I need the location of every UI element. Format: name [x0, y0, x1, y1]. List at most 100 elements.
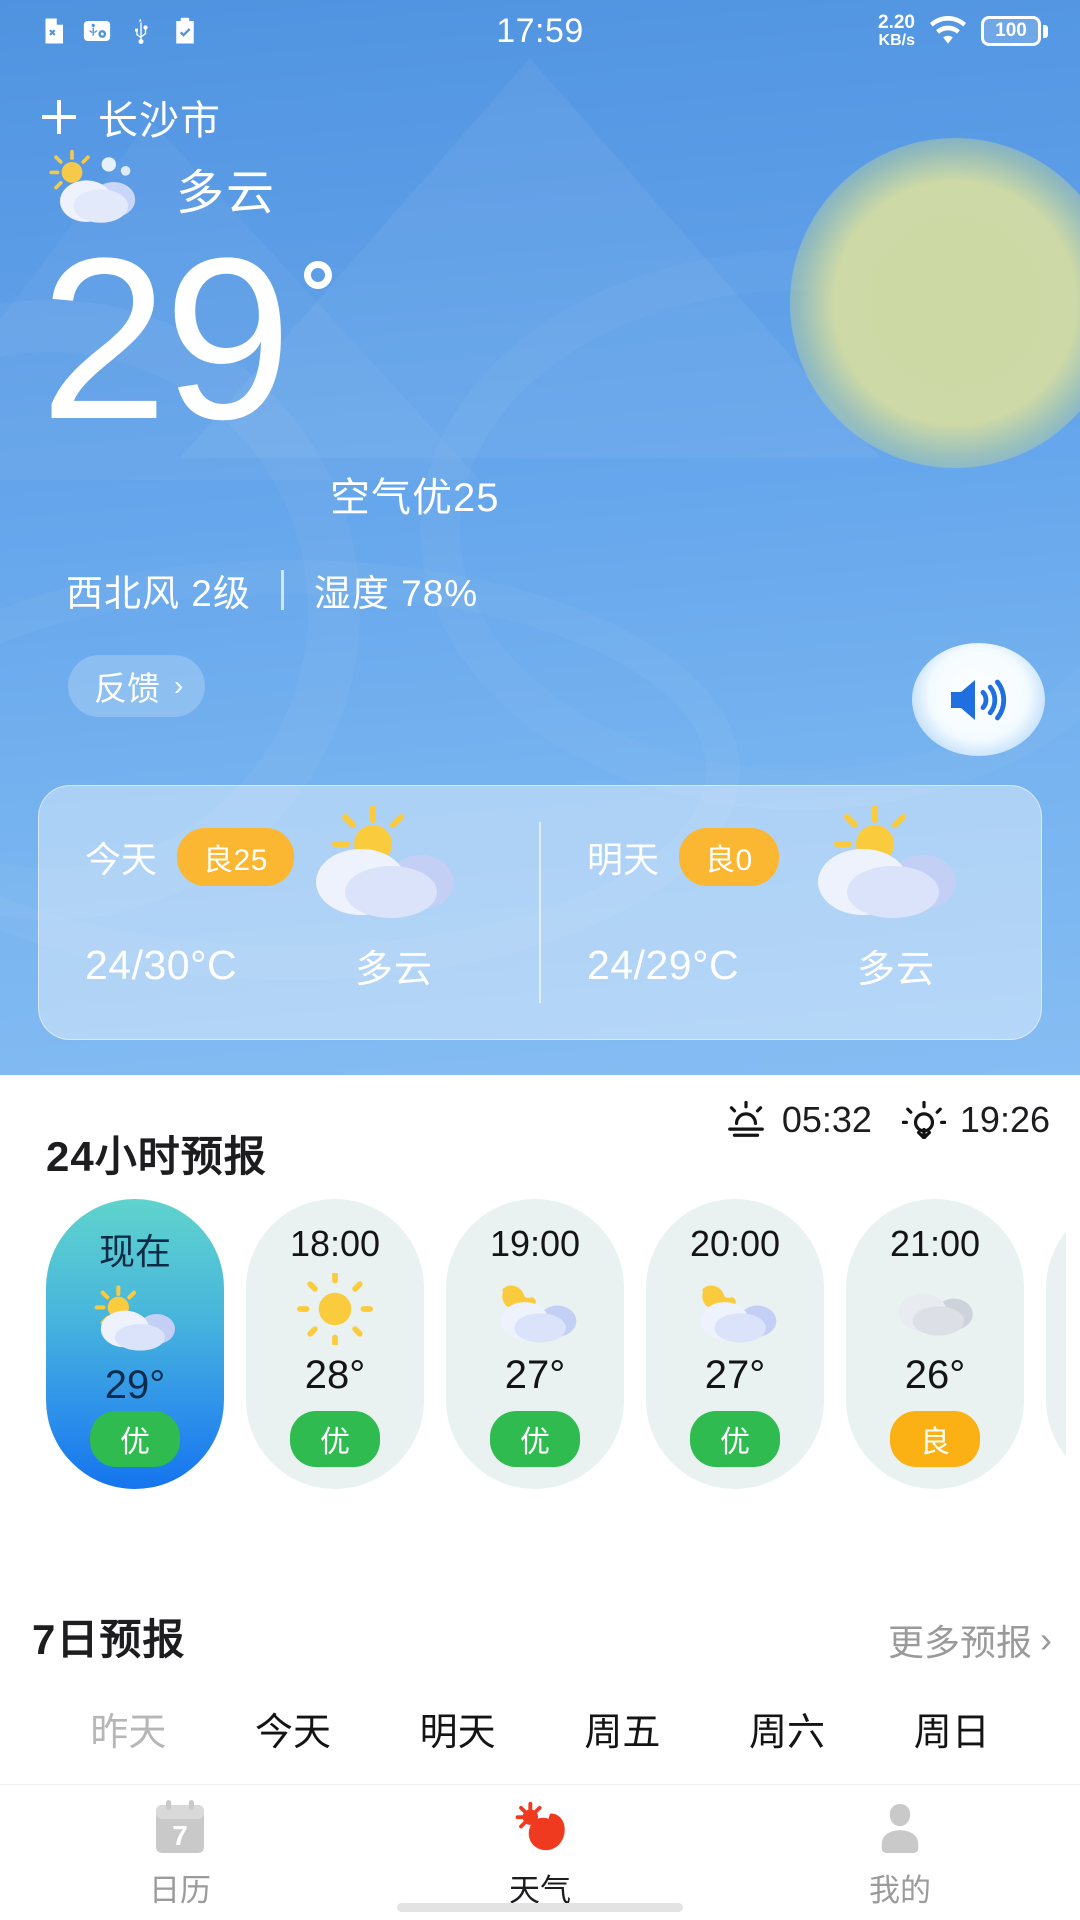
- hourly-weather-icon: [892, 1271, 978, 1347]
- person-icon: [874, 1797, 926, 1859]
- today-temp-range: 24/30°C: [85, 942, 355, 989]
- chevron-right-icon: ›: [174, 670, 183, 702]
- hourly-temp: 26°: [905, 1353, 966, 1398]
- cloud-icon: [892, 1278, 978, 1340]
- hourly-aqi-badge: 优: [290, 1411, 380, 1467]
- more-forecast-label: 更多预报: [888, 1614, 1032, 1666]
- tomorrow-details: 24/29°C 多云: [587, 938, 1041, 993]
- sunset-time: 19:26: [960, 1099, 1050, 1141]
- hourly-forecast-item[interactable]: 18:00 28° 优: [246, 1199, 424, 1489]
- hourly-forecast-item[interactable]: 20:00 27° 优: [646, 1199, 824, 1489]
- calendar-icon: 7: [152, 1797, 208, 1859]
- nav-item-calendar[interactable]: 7 日历: [0, 1797, 360, 1910]
- hourly-forecast-item[interactable]: 现在 29°优: [46, 1199, 224, 1489]
- status-bar-clock: 17:59: [0, 12, 1080, 51]
- day-tab[interactable]: 昨天: [46, 1701, 211, 1756]
- degree-symbol-icon: [304, 261, 332, 289]
- feedback-button[interactable]: 反馈 ›: [68, 655, 205, 717]
- sun-cloud-icon: [90, 1285, 180, 1353]
- weather-sun-cloud-icon: [511, 1797, 569, 1859]
- city-selector[interactable]: 长沙市: [42, 88, 221, 146]
- forecast-tomorrow[interactable]: 明天 良0 24/29°C 多云: [541, 786, 1041, 1039]
- hourly-forecast-item[interactable]: 22:0026°优: [1046, 1199, 1066, 1489]
- nav-item-profile[interactable]: 我的: [720, 1797, 1080, 1910]
- hourly-weather-icon: [492, 1271, 578, 1347]
- hourly-time: 20:00: [690, 1223, 780, 1265]
- tomorrow-condition: 多云: [857, 938, 935, 993]
- sun-times: 05:32 19:26: [724, 1099, 1050, 1141]
- sun-cloud-icon: [793, 804, 963, 922]
- voice-broadcast-button[interactable]: [912, 643, 1045, 756]
- hourly-header: 24小时预报 05:32: [14, 1075, 1066, 1199]
- more-forecast-link[interactable]: 更多预报 ›: [888, 1614, 1052, 1666]
- hourly-forecast-card: 24小时预报 05:32: [14, 1075, 1066, 1545]
- wind-label: 西北风 2级: [66, 563, 251, 617]
- hourly-time: 18:00: [290, 1223, 380, 1265]
- hourly-weather-icon: [90, 1281, 180, 1357]
- status-bar: 17:59 2.20 KB/s 100: [0, 0, 1080, 62]
- today-aqi-badge: 良25: [177, 828, 294, 886]
- hourly-aqi-badge: 优: [90, 1411, 180, 1467]
- today-weather-icon-wrap: [291, 804, 461, 922]
- hourly-forecast-item[interactable]: 19:00 27° 优: [446, 1199, 624, 1489]
- two-day-forecast-card[interactable]: 今天 良25 24/30°C 多云: [38, 785, 1042, 1040]
- day-tabs[interactable]: 昨天今天明天周五周六周日: [0, 1680, 1080, 1776]
- today-condition: 多云: [355, 938, 433, 993]
- hourly-scroll-strip[interactable]: 现在29°优18:0028°优19:0027°优20:0027°优21:0026…: [46, 1199, 1066, 1499]
- sunrise-time: 05:32: [782, 1099, 872, 1141]
- moon-cloud-icon: [692, 1274, 778, 1344]
- moon-cloud-icon: [492, 1274, 578, 1344]
- hourly-aqi-badge: 优: [490, 1411, 580, 1467]
- nav-label-calendar: 日历: [149, 1865, 211, 1910]
- svg-text:7: 7: [172, 1820, 188, 1851]
- current-temperature-block: 29: [40, 245, 332, 434]
- hourly-temp: 27°: [505, 1353, 566, 1398]
- nav-label-profile: 我的: [869, 1865, 931, 1910]
- home-indicator: [397, 1903, 683, 1912]
- hourly-aqi-badge: 良: [890, 1411, 980, 1467]
- tomorrow-aqi-badge: 良0: [679, 828, 779, 886]
- day-tab[interactable]: 周五: [540, 1701, 705, 1756]
- hourly-forecast-item[interactable]: 21:0026°良: [846, 1199, 1024, 1489]
- hourly-time: 现在: [99, 1223, 171, 1275]
- sunset-icon: [902, 1101, 946, 1139]
- nav-item-weather[interactable]: 天气: [360, 1797, 720, 1910]
- sunrise-icon: [724, 1101, 768, 1139]
- hourly-weather-icon: [692, 1271, 778, 1347]
- hourly-temp: 28°: [305, 1353, 366, 1398]
- bottom-navigation-bar[interactable]: 7 日历 天气: [0, 1784, 1080, 1920]
- hourly-aqi-badge: 优: [690, 1411, 780, 1467]
- day-tab[interactable]: 明天: [375, 1701, 540, 1756]
- hourly-weather-icon: [296, 1271, 374, 1347]
- sun-cloud-icon: [291, 804, 461, 922]
- wind-humidity-row: 西北风 2级 湿度 78%: [66, 563, 478, 617]
- speaker-icon: [945, 671, 1013, 729]
- hourly-temp: 29°: [105, 1363, 166, 1408]
- sunset-item: 19:26: [902, 1099, 1050, 1141]
- seven-day-header: 7日预报 更多预报 ›: [0, 1570, 1080, 1680]
- air-quality-label: 空气优25: [330, 465, 500, 523]
- tomorrow-weather-icon-wrap: [793, 804, 963, 922]
- day-tab[interactable]: 周六: [705, 1701, 870, 1756]
- city-name-label: 长沙市: [98, 88, 221, 146]
- feedback-label: 反馈: [94, 662, 160, 710]
- tomorrow-label: 明天: [587, 831, 659, 883]
- today-label: 今天: [85, 831, 157, 883]
- today-details: 24/30°C 多云: [85, 938, 539, 993]
- day-tab[interactable]: 今天: [211, 1701, 376, 1756]
- divider: [281, 570, 284, 610]
- hourly-temp: 27°: [705, 1353, 766, 1398]
- current-temperature-value: 29: [40, 245, 288, 434]
- day-tab[interactable]: 周日: [869, 1701, 1034, 1756]
- sunrise-item: 05:32: [724, 1099, 872, 1141]
- humidity-label: 湿度 78%: [314, 563, 478, 617]
- tomorrow-temp-range: 24/29°C: [587, 942, 857, 989]
- hourly-time: 19:00: [490, 1223, 580, 1265]
- forecast-today[interactable]: 今天 良25 24/30°C 多云: [39, 786, 539, 1039]
- chevron-right-icon: ›: [1040, 1619, 1052, 1661]
- add-city-icon[interactable]: [42, 100, 76, 134]
- hourly-title: 24小时预报: [46, 1123, 267, 1184]
- seven-day-title: 7日预报: [32, 1606, 185, 1667]
- sun-icon: [296, 1273, 374, 1345]
- seven-day-forecast-section: 7日预报 更多预报 › 昨天今天明天周五周六周日: [0, 1570, 1080, 1776]
